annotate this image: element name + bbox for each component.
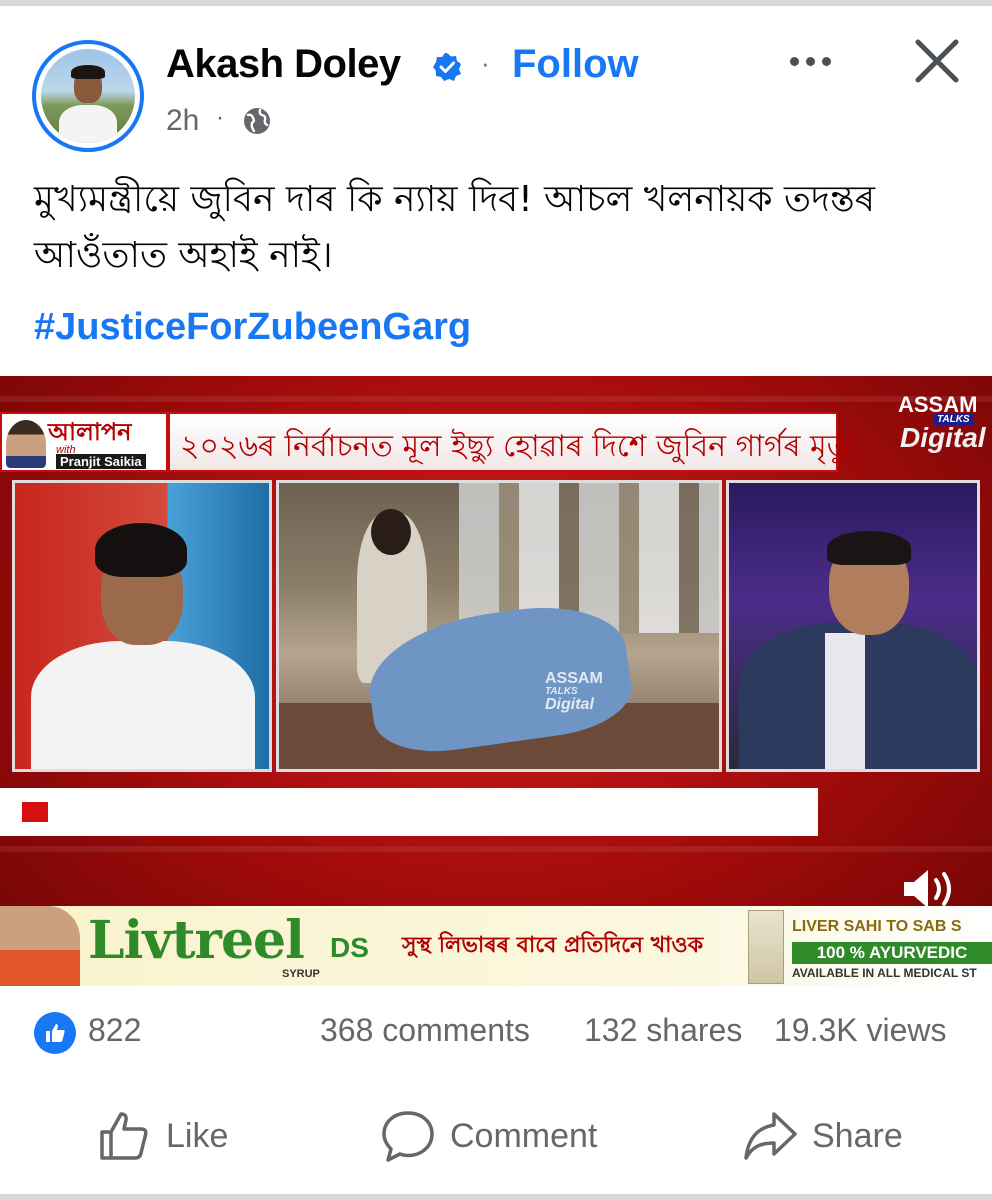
comment-button[interactable]: Comment [380,1106,597,1166]
comments-count[interactable]: 368 comments [320,1012,530,1049]
lower-third-bar [0,788,818,836]
author-avatar[interactable] [32,40,144,152]
separator-dot: · [216,104,224,131]
headline-text: ২০২৬ৰ নিৰ্বাচনত মূল ইছ্যু হোৱাৰ দিশে জুব… [180,429,858,464]
likes-count[interactable]: 822 [88,1012,141,1049]
channel-logo: ASSAM TALKS Digital [892,392,992,454]
ad-right-line2: 100 % AYURVEDIC [792,942,992,964]
more-options-icon[interactable] [790,46,846,76]
hashtag-link[interactable]: #JusticeForZubeenGarg [34,306,471,349]
ad-syrup: SYRUP [282,968,320,980]
top-divider [0,0,992,6]
thumbs-up-icon[interactable] [34,1012,76,1054]
share-arrow-icon [744,1112,797,1160]
bottom-divider [0,1194,992,1200]
host-photo [6,420,46,468]
share-button[interactable]: Share [742,1106,903,1166]
share-label: Share [812,1116,903,1155]
follow-button[interactable]: Follow [512,42,639,87]
show-host: Pranjit Saikia [56,454,146,469]
views-count: 19.3K views [774,1012,947,1048]
ad-brand: Livtreel [88,910,305,971]
show-logo: আলাপন with Pranjit Saikia [0,412,168,472]
footage-watermark: ASSAM TALKS Digital [545,670,603,713]
ad-person [0,906,80,986]
thumbs-up-icon [100,1112,148,1160]
ad-tagline: সুস্থ লিভাৰৰ বাবে প্ৰতিদিনে খাওক [402,933,704,958]
ad-brand-suffix: DS [330,932,369,963]
like-label: Like [166,1116,229,1155]
ad-right-line3: AVAILABLE IN ALL MEDICAL ST [792,966,977,980]
video-headline: ২০২৬ৰ নিৰ্বাচনত মূল ইছ্যু হোৱাৰ দিশে জুব… [168,412,858,472]
video-player[interactable]: আলাপন with Pranjit Saikia ২০২৬ৰ নিৰ্বাচন… [0,376,992,986]
close-icon[interactable] [912,36,962,86]
post-text: মুখ্যমন্ত্ৰীয়ে জুবিন দাৰ কি ন্যায় দিব!… [34,179,876,276]
author-name[interactable]: Akash Doley [166,42,401,87]
separator-dot: · [481,48,490,78]
like-button[interactable]: Like [96,1106,228,1166]
ad-right-line1: LIVER SAHI TO SAB S [792,918,962,935]
video-panel-footage: ASSAM TALKS Digital [276,480,722,772]
video-ad-banner: Livtreel DS SYRUP সুস্থ লিভাৰৰ বাবে প্ৰত… [0,906,992,986]
post-timestamp[interactable]: 2h [166,104,199,138]
avatar-photo [41,49,135,143]
comment-label: Comment [450,1116,598,1155]
shares-count[interactable]: 132 shares [584,1012,742,1049]
comment-bubble-icon [382,1111,434,1162]
verified-badge-icon [433,53,461,81]
video-panel-guest [12,480,272,772]
video-panel-anchor [726,480,980,772]
ad-bottle [748,910,784,984]
globe-icon [244,108,270,134]
channel-logo-line3: Digital [900,422,986,453]
